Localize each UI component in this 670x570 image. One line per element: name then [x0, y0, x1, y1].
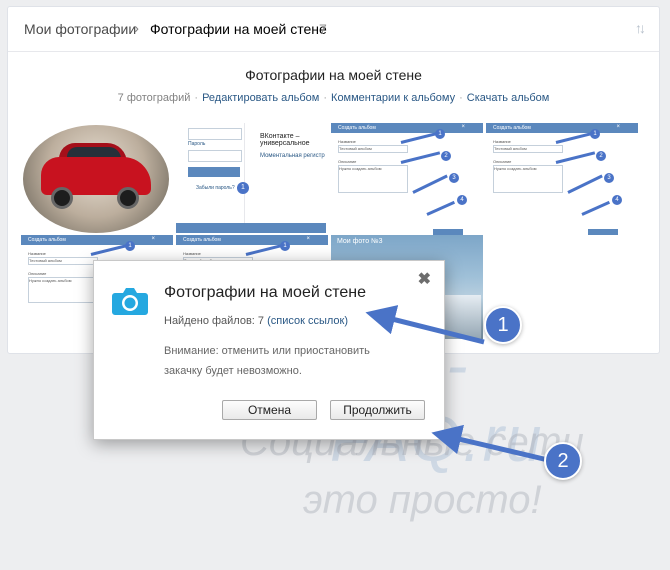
- annotation-arrows: [365, 305, 549, 463]
- arrow-to-links: [365, 305, 485, 345]
- arrow-to-continue: [431, 424, 549, 463]
- callout-2: 2: [544, 442, 582, 480]
- callout-1: 1: [484, 306, 522, 344]
